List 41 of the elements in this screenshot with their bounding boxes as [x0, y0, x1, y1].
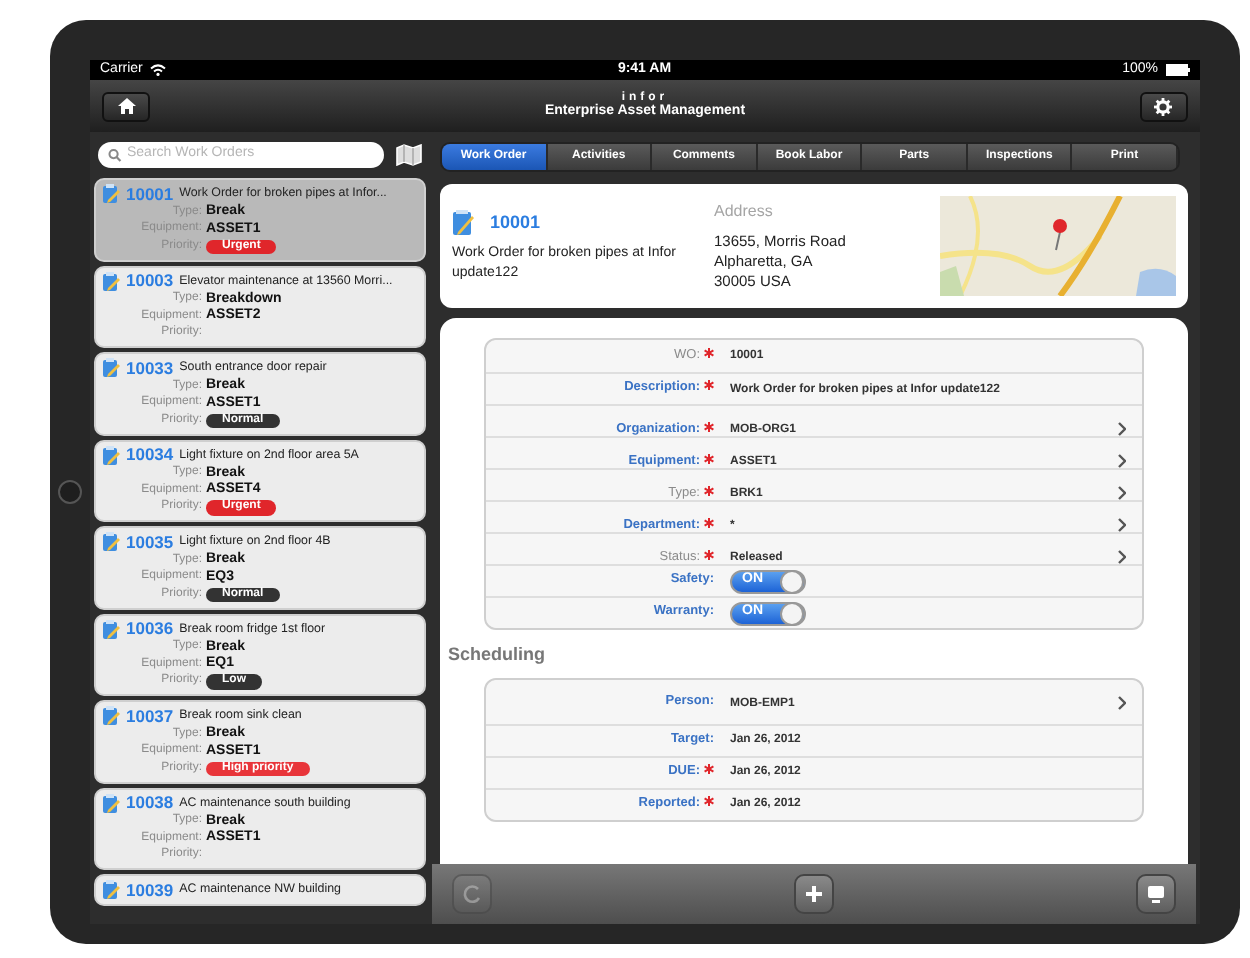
document-pencil-icon [452, 210, 474, 237]
home-icon [117, 98, 135, 114]
work-order-number: 10037 [126, 703, 174, 727]
add-button[interactable] [794, 874, 834, 914]
work-order-number: 10035 [126, 529, 174, 553]
chevron-icon[interactable] [1118, 486, 1126, 501]
wifi-icon [150, 64, 167, 76]
document-pencil-icon [102, 880, 120, 900]
battery-icon [1165, 64, 1190, 76]
chevron-icon[interactable] [1118, 454, 1126, 469]
work-order-number: 10039 [126, 877, 174, 903]
map-icon[interactable] [396, 144, 422, 166]
monitor-icon [1146, 884, 1166, 904]
document-pencil-icon [102, 184, 120, 204]
document-pencil-icon [102, 706, 120, 726]
work-order-number: 10036 [126, 616, 174, 639]
document-pencil-icon [102, 793, 120, 813]
refresh-icon [462, 884, 482, 904]
chevron-icon[interactable] [1118, 518, 1126, 533]
monitor-button[interactable] [1136, 874, 1176, 914]
search-icon [108, 148, 121, 162]
settings-icon [1154, 97, 1173, 115]
work-order-number: 10038 [126, 790, 174, 813]
document-pencil-icon [102, 532, 120, 552]
document-pencil-icon [102, 619, 120, 639]
home-button[interactable] [102, 91, 150, 121]
chevron-icon[interactable] [1118, 695, 1126, 710]
document-pencil-icon [102, 358, 120, 378]
document-pencil-icon [102, 445, 120, 465]
chevron-icon[interactable] [1118, 550, 1126, 565]
work-order-number: 10003 [126, 268, 174, 291]
address-label: Address [714, 199, 775, 224]
work-order-number: 10001 [490, 209, 541, 236]
work-order-number: 10033 [126, 355, 174, 379]
work-order-number: 10034 [126, 442, 174, 465]
document-pencil-icon [102, 271, 120, 291]
section-heading: Scheduling [448, 642, 548, 668]
work-order-number: 10001 [126, 181, 174, 205]
settings-button[interactable] [1139, 91, 1188, 121]
plus-icon [804, 884, 824, 904]
chevron-icon[interactable] [1118, 422, 1126, 437]
